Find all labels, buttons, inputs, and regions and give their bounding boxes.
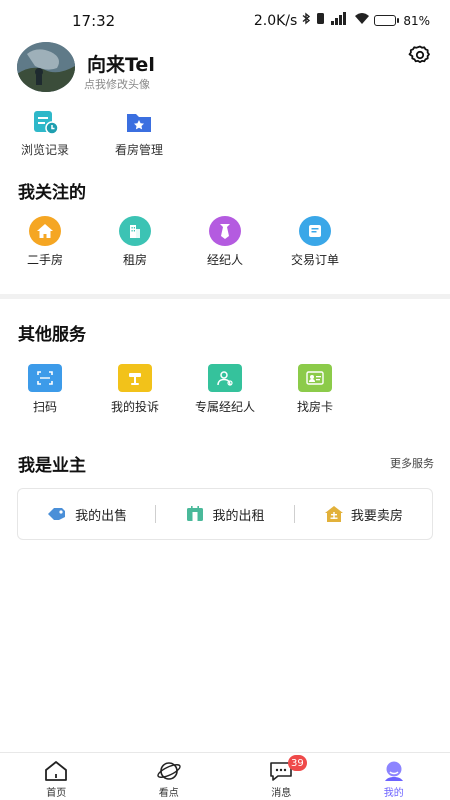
username: 向来Tel (87, 54, 155, 76)
order-icon (299, 216, 331, 246)
home-icon (29, 216, 61, 246)
status-time: 17:32 (72, 12, 116, 30)
vibrate-icon (315, 12, 326, 29)
wifi-icon (354, 12, 370, 29)
following-label: 交易订单 (290, 253, 339, 267)
user-icon (384, 761, 403, 781)
status-indicators: 2.0K/s 81% (254, 12, 430, 29)
planet-icon (157, 762, 181, 780)
quick-action-label: 浏览记录 (20, 143, 69, 157)
service-house-card[interactable]: 找房卡 (270, 363, 360, 415)
avatar[interactable] (17, 42, 75, 92)
nav-home[interactable]: 首页 (0, 753, 113, 800)
nav-mine[interactable]: 我的 (338, 753, 450, 800)
following-rent[interactable]: 租房 (90, 216, 180, 268)
owner-button-label: 我的出售 (75, 508, 128, 524)
battery-icon (374, 15, 400, 26)
network-speed: 2.0K/s (253, 12, 298, 29)
service-scan[interactable]: 扫码 (0, 363, 90, 415)
rent-icon (187, 506, 204, 521)
tie-icon (209, 216, 241, 246)
nav-label: 首页 (46, 788, 67, 799)
status-bar: 17:32 2.0K/s 81% (0, 0, 450, 40)
my-rent-button[interactable]: 我的出租 (156, 505, 293, 524)
nav-label: 看点 (158, 788, 179, 799)
following-agent[interactable]: 经纪人 (180, 216, 270, 268)
folder-star-icon (127, 114, 151, 132)
agent-icon (208, 364, 242, 392)
battery-percent: 81% (403, 13, 430, 28)
service-label: 我的投诉 (110, 400, 159, 414)
history-icon (34, 111, 59, 135)
service-label: 专属经纪人 (194, 400, 255, 414)
section-divider (0, 294, 450, 299)
scan-icon (28, 364, 62, 392)
nav-label: 我的 (383, 788, 404, 799)
owner-button-label: 我的出租 (212, 508, 265, 524)
unread-badge: 39 (288, 755, 307, 771)
quick-action-history[interactable]: 浏览记录 (10, 108, 80, 158)
quick-action-viewing[interactable]: 看房管理 (104, 108, 174, 158)
owner-button-label: 我要卖房 (350, 508, 403, 524)
service-dedicated-agent[interactable]: 专属经纪人 (180, 363, 270, 415)
gear-icon (408, 45, 430, 63)
bluetooth-icon (301, 12, 311, 29)
following-title: 我关注的 (18, 183, 86, 203)
sell-house-button[interactable]: 我要卖房 (295, 505, 432, 524)
service-label: 扫码 (32, 400, 57, 414)
owner-actions-card: 我的出售 我的出租 我要卖房 (17, 488, 433, 540)
nav-messages[interactable]: 消息 39 (225, 753, 338, 800)
following-label: 经纪人 (206, 253, 243, 267)
my-sale-button[interactable]: 我的出售 (18, 505, 155, 524)
sell-house-icon (324, 506, 343, 522)
more-services-link[interactable]: 更多服务 (390, 455, 434, 471)
owner-title: 我是业主 (18, 456, 86, 476)
nav-label: 消息 (271, 788, 292, 799)
settings-button[interactable] (408, 44, 432, 68)
following-orders[interactable]: 交易订单 (270, 216, 360, 268)
bottom-nav: 首页 看点 消息 39 我的 (0, 752, 450, 800)
following-label: 租房 (122, 253, 147, 267)
nav-discover[interactable]: 看点 (113, 753, 226, 800)
home-outline-icon (45, 761, 68, 781)
card-icon (298, 364, 332, 392)
service-label: 找房卡 (296, 400, 333, 414)
service-complaint[interactable]: 我的投诉 (90, 363, 180, 415)
following-secondhand[interactable]: 二手房 (0, 216, 90, 268)
complaint-icon (118, 364, 152, 392)
building-icon (119, 216, 151, 246)
signal-icon (330, 12, 350, 29)
avatar-hint[interactable]: 点我修改头像 (84, 76, 150, 92)
price-tag-icon (48, 508, 66, 520)
following-label: 二手房 (26, 253, 63, 267)
other-services-title: 其他服务 (18, 325, 86, 345)
quick-action-label: 看房管理 (114, 143, 163, 157)
